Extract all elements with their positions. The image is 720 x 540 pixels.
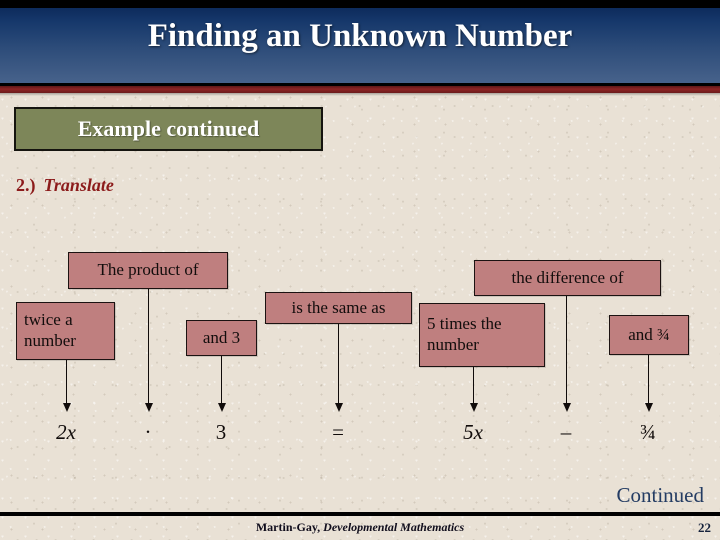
step-word: Translate — [43, 175, 114, 195]
arrowhead-the-product-of — [144, 403, 153, 412]
connector-is-the-same-as — [338, 324, 339, 403]
callout-label: 5 times the number — [427, 314, 502, 354]
callout-twice-a-number: twice a number — [16, 302, 115, 360]
callout-label: the difference of — [511, 267, 624, 287]
arrowhead-is-the-same-as — [334, 403, 343, 412]
callout-5-times-the-number: 5 times the number — [419, 303, 545, 367]
arrowhead-the-difference-of — [562, 403, 571, 412]
term-fraction: ¾ — [640, 420, 656, 444]
arrowhead-5-times-the-number — [469, 403, 478, 412]
footer-book-title: Developmental Mathematics — [323, 520, 465, 534]
callout-label: and ¾ — [628, 324, 670, 344]
slide-title: Finding an Unknown Number — [147, 18, 573, 54]
top-black-strip — [0, 0, 720, 8]
arrowhead-and-three-fourths — [644, 403, 653, 412]
footer-citation: Martin-Gay, Developmental Mathematics — [0, 520, 720, 535]
term-2x: 2x — [56, 420, 76, 444]
connector-and-three-fourths — [648, 355, 649, 403]
callout-is-the-same-as: is the same as — [265, 292, 412, 324]
callout-the-difference-of: the difference of — [474, 260, 661, 296]
term-equals: = — [332, 420, 344, 444]
footer-author: Martin-Gay, — [255, 520, 321, 534]
callout-label: is the same as — [291, 297, 386, 317]
header-divider-red — [0, 86, 720, 93]
callout-and-three-fourths: and ¾ — [609, 315, 689, 355]
term-times: · — [144, 420, 152, 444]
connector-the-difference-of — [566, 296, 567, 403]
continued-label: Continued — [616, 483, 705, 507]
term-minus: – — [560, 420, 572, 444]
callout-label: and 3 — [202, 327, 241, 347]
callout-and-3: and 3 — [186, 320, 257, 356]
connector-the-product-of — [148, 289, 149, 403]
arrowhead-twice-a-number — [62, 403, 71, 412]
header-divider-shadow — [0, 93, 720, 96]
slide-canvas: Finding an Unknown Number Example contin… — [0, 0, 720, 540]
page-number: 22 — [698, 520, 711, 535]
term-5x: 5x — [463, 420, 483, 444]
callout-label: The product of — [97, 260, 199, 280]
arrowhead-and-3 — [217, 403, 226, 412]
connector-5-times-the-number — [473, 367, 474, 403]
callout-the-product-of: The product of — [68, 252, 228, 289]
term-3: 3 — [215, 420, 227, 444]
connector-twice-a-number — [66, 360, 67, 403]
connector-and-3 — [221, 356, 222, 403]
step-heading: 2.) Translate — [16, 175, 114, 196]
example-continued-label: Example continued — [77, 116, 260, 141]
example-continued-banner: Example continued — [14, 107, 323, 151]
callout-label: twice a number — [24, 310, 76, 350]
step-number: 2.) — [16, 175, 36, 195]
